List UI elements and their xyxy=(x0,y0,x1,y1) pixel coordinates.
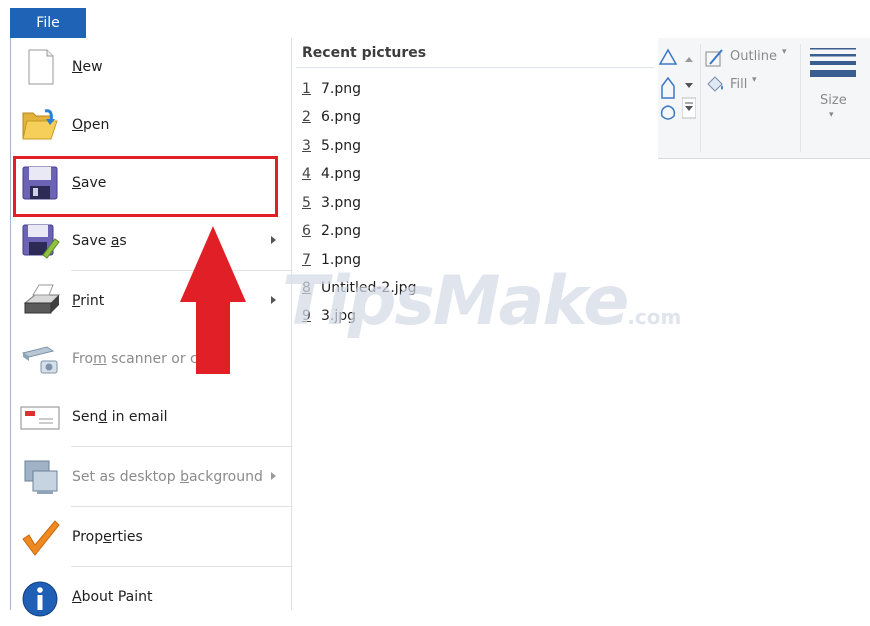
red-up-arrow-icon xyxy=(180,226,246,374)
file-menu-commands: New Open Save Save as Print From scanner… xyxy=(11,38,292,617)
submenu-arrow-icon xyxy=(271,236,276,244)
size-lines-icon[interactable] xyxy=(810,48,856,82)
menu-item-label: Properties xyxy=(72,529,143,545)
menu-item-label: Save as xyxy=(72,233,127,249)
file-tab[interactable]: File xyxy=(10,8,86,38)
menu-item-label: About Paint xyxy=(72,589,153,605)
menu-item-label: Set as desktop background xyxy=(72,469,263,485)
recent-item[interactable]: 1 7.png xyxy=(302,77,361,101)
menu-item-new[interactable]: New xyxy=(11,38,291,96)
recent-item[interactable]: 2 6.png xyxy=(302,105,361,129)
menu-item-send-in-email[interactable]: Send in email xyxy=(11,388,291,446)
menu-divider xyxy=(71,506,291,507)
fill-label[interactable]: Fill xyxy=(730,77,747,92)
menu-item-save-as[interactable]: Save as xyxy=(11,212,291,270)
save-highlight-box xyxy=(13,156,278,217)
menu-item-label: Open xyxy=(72,117,110,133)
save-as-icon xyxy=(22,224,60,259)
size-label[interactable]: Size xyxy=(820,93,847,108)
title-bar xyxy=(10,8,870,39)
menu-divider xyxy=(71,446,291,447)
menu-item-print[interactable]: Print xyxy=(11,272,291,330)
size-dropdown-icon[interactable]: ▾ xyxy=(829,110,834,120)
open-folder-icon xyxy=(22,109,58,140)
info-icon xyxy=(22,581,58,617)
menu-item-label: New xyxy=(72,59,103,75)
fill-bucket-icon[interactable] xyxy=(704,74,726,94)
recent-pictures-title: Recent pictures xyxy=(302,45,427,61)
shapes-gallery-icon[interactable] xyxy=(658,46,680,126)
printer-icon xyxy=(23,284,61,314)
outline-dropdown-icon[interactable]: ▾ xyxy=(782,47,787,57)
fill-dropdown-icon[interactable]: ▾ xyxy=(752,75,757,85)
gallery-scroll-icon[interactable] xyxy=(682,52,696,122)
checkmark-icon xyxy=(22,520,60,556)
email-envelope-icon xyxy=(20,406,60,430)
menu-divider xyxy=(71,566,291,567)
menu-item-label: Send in email xyxy=(72,409,168,425)
menu-item-properties[interactable]: Properties xyxy=(11,508,291,566)
menu-item-label: Print xyxy=(72,293,105,309)
scanner-camera-icon xyxy=(21,346,58,374)
outline-icon[interactable] xyxy=(704,48,726,68)
new-document-icon xyxy=(28,49,54,85)
recent-item[interactable]: 6 2.png xyxy=(302,219,361,243)
menu-item-from-scanner[interactable]: From scanner or ca xyxy=(11,330,291,388)
recent-title-divider xyxy=(296,67,654,68)
submenu-arrow-icon xyxy=(271,296,276,304)
recent-item[interactable]: 3 5.png xyxy=(302,134,361,158)
watermark: TipsMake.com xyxy=(282,262,682,341)
ribbon: Outline ▾ Fill ▾ Size ▾ xyxy=(658,38,870,159)
menu-item-set-desktop-background[interactable]: Set as desktop background xyxy=(11,448,291,506)
menu-item-open[interactable]: Open xyxy=(11,96,291,154)
menu-item-about-paint[interactable]: About Paint xyxy=(11,568,291,626)
desktop-background-icon xyxy=(24,460,58,494)
submenu-arrow-icon xyxy=(271,472,276,480)
recent-item[interactable]: 4 4.png xyxy=(302,162,361,186)
recent-item[interactable]: 5 3.png xyxy=(302,191,361,215)
outline-label[interactable]: Outline xyxy=(730,49,777,64)
